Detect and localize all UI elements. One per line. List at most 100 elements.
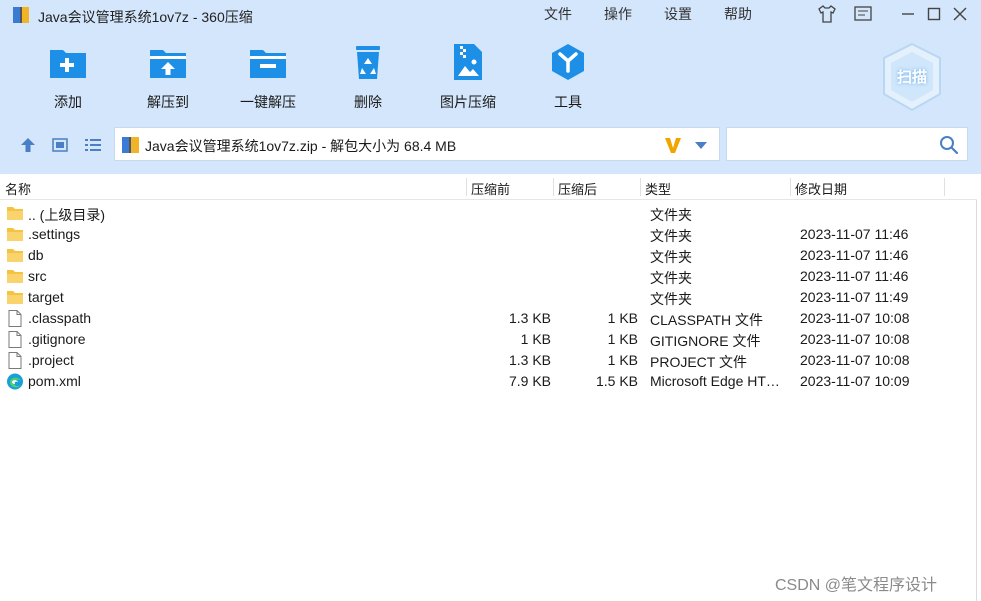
table-row[interactable]: db 文件夹 2023-11-07 11:46 — [0, 245, 977, 266]
tools-icon — [552, 44, 584, 80]
file-original-size: 1 KB — [607, 310, 638, 326]
maximize-icon — [927, 7, 941, 21]
table-row[interactable]: .project 1.3 KB 1 KB PROJECT 文件 2023-11-07 1… — [0, 350, 977, 371]
file-type: 文件夹 — [650, 270, 692, 286]
skin-button[interactable] — [815, 3, 839, 25]
column-divider[interactable] — [790, 178, 791, 196]
file-modified: 2023-11-07 10:08 — [800, 331, 910, 347]
menu-operation[interactable]: 操作 — [604, 4, 632, 24]
folder-icon — [6, 289, 24, 306]
maximize-button[interactable] — [922, 3, 946, 25]
menu-file[interactable]: 文件 — [544, 4, 572, 24]
file-name: target — [28, 289, 64, 305]
file-compressed-size: 1.3 KB — [508, 352, 551, 368]
column-compressed[interactable]: 压缩前 — [471, 179, 510, 198]
file-original-size: 1.5 KB — [595, 373, 638, 389]
address-bar[interactable]: Java会议管理系统1ov7z.zip - 解包大小为 68.4 MB — [114, 127, 720, 161]
table-row[interactable]: .. (上级目录) 文件夹 — [0, 203, 977, 224]
one-click-extract-button[interactable]: 一键解压 — [223, 40, 313, 112]
file-type: CLASSPATH 文件 — [650, 312, 764, 328]
file-name: pom.xml — [28, 373, 81, 389]
window-title: Java会议管理系统1ov7z - 360压缩 — [38, 9, 253, 25]
column-divider[interactable] — [944, 178, 945, 196]
toolbar-area: Java会议管理系统1ov7z - 360压缩 文件 操作 设置 帮助 添加 解… — [0, 0, 981, 174]
tools-label: 工具 — [554, 94, 582, 110]
folder-icon — [6, 226, 24, 243]
close-button[interactable] — [948, 3, 972, 25]
file-modified: 2023-11-07 10:08 — [800, 352, 910, 368]
tools-button[interactable]: 工具 — [523, 40, 613, 112]
table-row[interactable]: .gitignore 1 KB 1 KB GITIGNORE 文件 2023-11-07… — [0, 329, 977, 350]
app-window: Java会议管理系统1ov7z - 360压缩 文件 操作 设置 帮助 添加 解… — [0, 0, 981, 601]
arrow-up-icon — [21, 138, 35, 152]
file-original-size: 1 KB — [607, 331, 638, 347]
up-button[interactable] — [17, 134, 39, 156]
menu-help[interactable]: 帮助 — [724, 4, 752, 24]
folder-icon — [6, 247, 24, 264]
file-type: PROJECT 文件 — [650, 354, 747, 370]
file-compressed-size: 1 KB — [520, 331, 551, 347]
list-view-icon — [85, 139, 101, 151]
search-icon[interactable] — [939, 135, 959, 155]
file-type: Microsoft Edge HT… — [650, 373, 780, 389]
list-view-button[interactable] — [82, 134, 104, 156]
column-divider[interactable] — [640, 178, 641, 196]
scan-button[interactable]: 扫描 — [880, 42, 944, 112]
archive-icon — [122, 137, 139, 153]
file-name: .project — [28, 352, 74, 368]
app-icon — [13, 7, 29, 23]
search-input[interactable] — [733, 134, 933, 156]
file-compressed-size: 7.9 KB — [508, 373, 551, 389]
delete-button[interactable]: 删除 — [323, 40, 413, 112]
table-row[interactable]: .settings 文件夹 2023-11-07 11:46 — [0, 224, 977, 245]
file-name: db — [28, 247, 44, 263]
v-logo-icon[interactable] — [663, 135, 683, 155]
file-original-size: 1 KB — [607, 352, 638, 368]
file-compressed-size: 1.3 KB — [508, 310, 551, 326]
image-compress-icon — [454, 44, 482, 80]
file-type: GITIGNORE 文件 — [650, 333, 761, 349]
thumbnail-view-icon — [52, 138, 68, 152]
menu-settings[interactable]: 设置 — [664, 4, 692, 24]
file-name: .classpath — [28, 310, 92, 326]
edge-icon — [6, 373, 24, 390]
file-type: 文件夹 — [650, 207, 692, 223]
file-icon — [6, 352, 24, 369]
thumbnail-view-button[interactable] — [49, 134, 71, 156]
file-modified: 2023-11-07 11:46 — [800, 247, 909, 263]
delete-label: 删除 — [354, 94, 382, 110]
column-original[interactable]: 压缩后 — [558, 179, 597, 198]
minimize-icon — [902, 13, 914, 15]
column-divider[interactable] — [553, 178, 554, 196]
message-icon — [854, 6, 872, 21]
extract-to-label: 解压到 — [147, 94, 189, 110]
file-icon — [6, 310, 24, 327]
image-compress-button[interactable]: 图片压缩 — [423, 40, 513, 112]
folder-icon — [6, 205, 24, 222]
file-type: 文件夹 — [650, 291, 692, 307]
column-name[interactable]: 名称 — [5, 179, 31, 198]
add-folder-icon — [50, 50, 86, 78]
column-modified[interactable]: 修改日期 — [795, 179, 847, 198]
file-name: .gitignore — [28, 331, 86, 347]
table-row[interactable]: pom.xml 7.9 KB 1.5 KB Microsoft Edge HT… 202… — [0, 371, 977, 392]
table-row[interactable]: src 文件夹 2023-11-07 11:46 — [0, 266, 977, 287]
scan-label: 扫描 — [896, 69, 927, 86]
search-box[interactable] — [726, 127, 968, 161]
file-type: 文件夹 — [650, 228, 692, 244]
shirt-icon — [818, 5, 836, 23]
add-button[interactable]: 添加 — [23, 40, 113, 112]
column-divider[interactable] — [466, 178, 467, 196]
feedback-button[interactable] — [851, 3, 875, 25]
file-modified: 2023-11-07 11:49 — [800, 289, 909, 305]
file-modified: 2023-11-07 10:09 — [800, 373, 910, 389]
file-name: src — [28, 268, 47, 284]
add-label: 添加 — [54, 94, 82, 110]
column-type[interactable]: 类型 — [645, 179, 671, 198]
chevron-down-icon[interactable] — [695, 142, 707, 149]
minimize-button[interactable] — [896, 3, 920, 25]
table-row[interactable]: .classpath 1.3 KB 1 KB CLASSPATH 文件 2023-11-… — [0, 308, 977, 329]
file-list: 名称 压缩前 压缩后 类型 修改日期 .. (上级目录) 文件夹 .settings… — [0, 174, 977, 601]
table-row[interactable]: target 文件夹 2023-11-07 11:49 — [0, 287, 977, 308]
extract-to-button[interactable]: 解压到 — [123, 40, 213, 112]
